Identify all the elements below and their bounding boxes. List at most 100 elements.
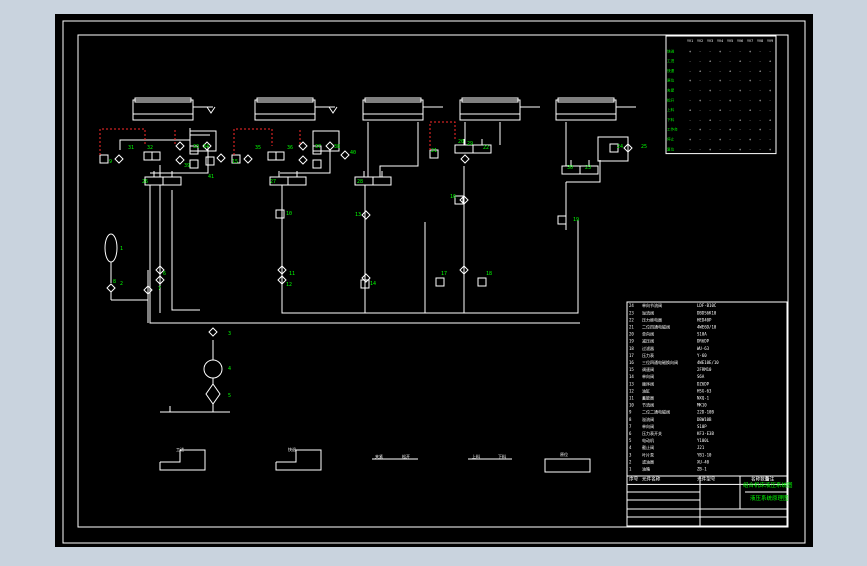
seq-column-header: YV2	[697, 39, 703, 43]
component-label: 14	[370, 281, 376, 287]
part-number: 13	[629, 381, 634, 386]
part-model: NXQ-1	[697, 396, 710, 401]
part-name: 二位二通电磁阀	[642, 409, 670, 415]
cycle-label: 夹紧	[375, 453, 383, 459]
component-label: 8	[113, 279, 116, 285]
seq-cell: -	[689, 89, 691, 93]
component-label: 22	[483, 145, 489, 151]
part-name: 溢流阀	[642, 416, 654, 422]
title-line-2: 液压系统原理图	[750, 494, 789, 502]
seq-cell: -	[759, 89, 761, 93]
part-model: DZ6DP	[697, 381, 710, 386]
seq-column-header: YV3	[707, 39, 713, 43]
component-label: 18	[486, 271, 492, 277]
seq-cell: -	[739, 108, 741, 112]
seq-cell: -	[759, 118, 761, 122]
component-label: 17	[441, 271, 447, 277]
component-label: 10	[286, 211, 292, 217]
cycle-label: 下料	[498, 453, 506, 459]
part-model: HSG-63	[697, 388, 712, 393]
seq-row-label: 原位	[667, 78, 675, 83]
part-model: Y-60	[697, 353, 707, 358]
seq-cell: -	[729, 108, 731, 112]
part-name: 过滤器	[642, 345, 654, 351]
part-model: KF3-E3B	[697, 431, 714, 436]
seq-cell: -	[689, 59, 691, 63]
part-number: 20	[629, 332, 634, 337]
seq-cell: -	[689, 128, 691, 132]
component-label: 20	[458, 139, 464, 145]
part-name: 单向阀	[642, 373, 654, 379]
component-label: 3	[228, 331, 231, 337]
part-model: S10P	[697, 424, 707, 429]
seq-cell: -	[699, 49, 701, 53]
seq-cell: -	[739, 69, 741, 73]
part-name: 油缸	[642, 387, 650, 393]
seq-cell: -	[709, 138, 711, 142]
seq-cell: -	[709, 128, 711, 132]
seq-cell: -	[689, 118, 691, 122]
cycle-label: 原位	[560, 451, 568, 457]
part-number: 18	[629, 346, 634, 351]
part-name: 截止阀	[642, 444, 654, 450]
component-label: 15	[232, 159, 238, 165]
component-label: 16	[450, 194, 456, 200]
part-name: 单向节流阀	[642, 302, 662, 308]
part-name: 调速阀	[642, 366, 654, 372]
component-label: 5	[228, 393, 231, 399]
part-model: J21	[697, 445, 705, 450]
part-model: XU-40	[697, 459, 710, 464]
seq-cell: -	[769, 98, 771, 102]
part-number: 11	[629, 396, 634, 401]
seq-cell: -	[759, 138, 761, 142]
component-label: 39	[184, 163, 190, 169]
part-number: 24	[629, 303, 634, 308]
part-model: LDF-B10C	[697, 303, 717, 308]
part-model: 2FRM10	[697, 367, 712, 372]
component-label: 9	[109, 159, 112, 165]
cad-drawing-viewport: 1 2 3 4 5 6 7 8 9 10 11 12 13 14 15 16 17 18 19 20 21 22 23 24 2…	[0, 0, 867, 562]
part-name: 节流阀	[642, 402, 654, 408]
seq-cell: -	[759, 59, 761, 63]
seq-column-header: YV8	[757, 39, 763, 43]
seq-cell: -	[699, 108, 701, 112]
component-label: 12	[286, 282, 292, 288]
cycle-label: 上料	[472, 453, 480, 459]
seq-cell: -	[759, 79, 761, 83]
component-label: 24	[617, 144, 623, 150]
seq-cell: -	[759, 147, 761, 151]
part-name: 单向阀	[642, 423, 654, 429]
component-label: 35	[255, 145, 261, 151]
part-number: 23	[629, 310, 634, 315]
seq-cell: -	[739, 138, 741, 142]
part-name: 减压阀	[642, 338, 654, 344]
part-model: DBW10B	[697, 417, 712, 422]
component-label: 41	[208, 174, 214, 180]
seq-cell: -	[769, 108, 771, 112]
seq-cell: -	[719, 98, 721, 102]
part-number: 21	[629, 325, 634, 330]
part-name: 三位四通电磁换向阀	[642, 359, 678, 365]
component-label: 7	[158, 286, 161, 292]
seq-cell: -	[729, 79, 731, 83]
seq-cell: -	[729, 89, 731, 93]
seq-cell: -	[709, 69, 711, 73]
seq-cell: -	[689, 98, 691, 102]
seq-row-label: 上料	[667, 107, 675, 112]
seq-cell: -	[749, 98, 751, 102]
component-label: 13	[355, 212, 361, 218]
component-label: 27	[270, 179, 276, 185]
seq-cell: -	[719, 128, 721, 132]
seq-cell: -	[729, 138, 731, 142]
seq-cell: -	[729, 118, 731, 122]
seq-cell: -	[749, 89, 751, 93]
seq-row-label: 快退	[667, 68, 675, 73]
seq-cell: -	[759, 108, 761, 112]
title-line-1: 组合机床液压系统图	[743, 481, 793, 489]
seq-cell: -	[699, 79, 701, 83]
seq-row-label: 复位	[667, 146, 675, 151]
seq-cell: -	[739, 98, 741, 102]
component-label: 37	[315, 144, 321, 150]
part-number: 12	[629, 388, 634, 393]
component-label: 1	[120, 246, 123, 252]
